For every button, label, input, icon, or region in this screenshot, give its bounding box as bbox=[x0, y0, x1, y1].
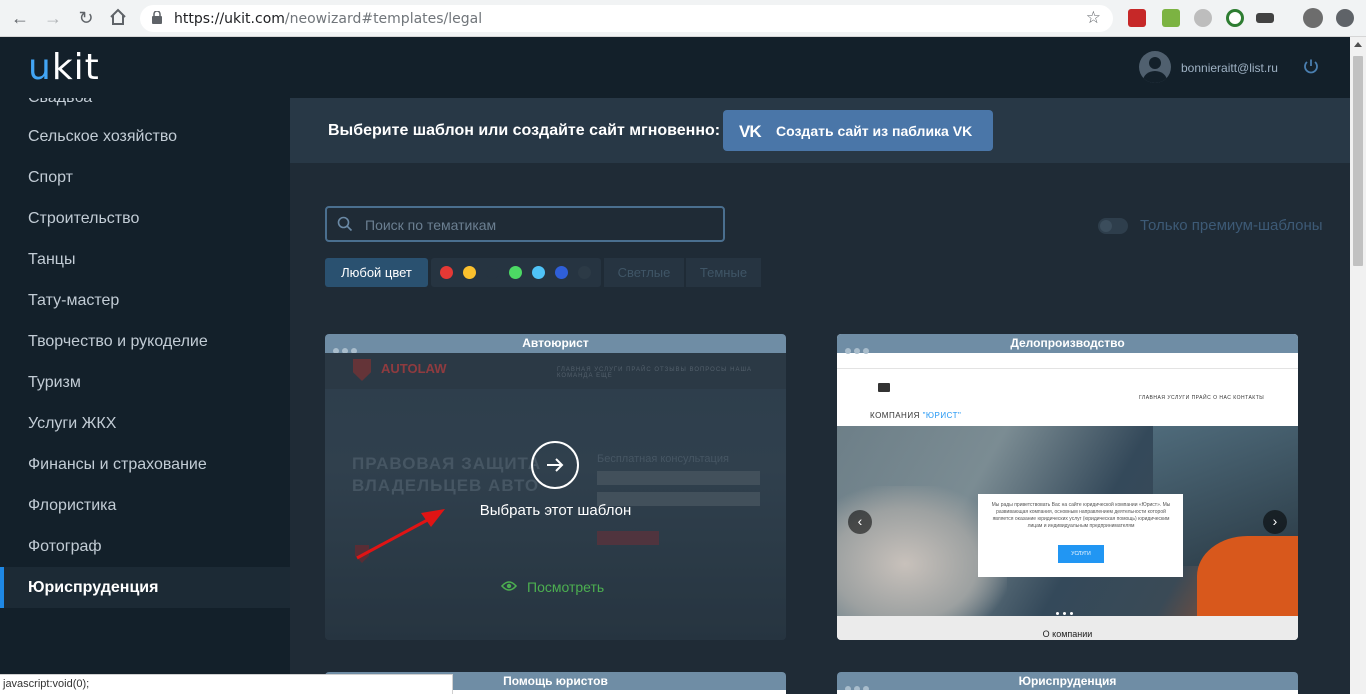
color-swatch-black[interactable] bbox=[486, 266, 499, 279]
premium-toggle[interactable] bbox=[1098, 218, 1128, 234]
profile-avatar-icon[interactable] bbox=[1303, 8, 1323, 28]
template-prompt-bar: Выберите шаблон или создайте сайт мгнове… bbox=[290, 98, 1350, 163]
category-sidebar: Свадьба Сельское хозяйство Спорт Строите… bbox=[0, 98, 290, 694]
preview-popup: Мы рады приветствовать Вас на сайте юрид… bbox=[978, 494, 1183, 577]
sidebar-item[interactable]: Флористика bbox=[0, 485, 290, 526]
template-preview: КОМПАНИЯ "ЮРИСТ" ГЛАВНАЯ УСЛУГИ ПРАЙС О … bbox=[837, 353, 1298, 640]
user-email[interactable]: bonnieraitt@list.ru bbox=[1181, 61, 1278, 75]
scroll-up-icon[interactable] bbox=[1354, 42, 1362, 47]
eye-icon bbox=[501, 581, 517, 591]
preview-topline bbox=[837, 353, 1298, 369]
hover-overlay bbox=[325, 353, 786, 640]
vk-button-label: Создать сайт из паблика VK bbox=[776, 123, 973, 139]
vk-icon: VK bbox=[739, 122, 762, 141]
sidebar-item[interactable]: Сельское хозяйство bbox=[0, 116, 290, 157]
preview-nav: ГЛАВНАЯ УСЛУГИ ПРАЙС О НАС КОНТАКТЫ bbox=[1139, 395, 1265, 401]
status-bar: javascript:void(0); bbox=[0, 674, 453, 694]
sidebar-item[interactable]: Фотограф bbox=[0, 526, 290, 567]
color-swatch-blue[interactable] bbox=[555, 266, 568, 279]
sidebar-item[interactable]: Тату-мастер bbox=[0, 280, 290, 321]
forward-icon[interactable]: → bbox=[43, 8, 63, 28]
sidebar-item[interactable]: Свадьба bbox=[0, 98, 290, 118]
sidebar-item[interactable]: Строительство bbox=[0, 198, 290, 239]
preview-hero-image: Мы рады приветствовать Вас на сайте юрид… bbox=[837, 426, 1298, 616]
color-swatch-red[interactable] bbox=[440, 266, 453, 279]
pdf-extension-icon[interactable] bbox=[1128, 9, 1146, 27]
color-swatch-dark[interactable] bbox=[578, 266, 591, 279]
chevron-right-icon: › bbox=[1263, 510, 1287, 534]
user-avatar[interactable] bbox=[1139, 51, 1171, 83]
choose-template-button[interactable] bbox=[531, 441, 579, 489]
ukit-logo[interactable]: ukit bbox=[28, 47, 100, 88]
home-icon[interactable] bbox=[108, 8, 128, 28]
sidebar-item-active[interactable]: Юриспруденция bbox=[0, 567, 290, 608]
prompt-text: Выберите шаблон или создайте сайт мгнове… bbox=[328, 122, 721, 139]
premium-label[interactable]: Только премиум-шаблоны bbox=[1140, 217, 1323, 234]
search-input[interactable]: Поиск по тематикам bbox=[325, 206, 725, 242]
template-card[interactable]: Автоюрист AUTOLAW ГЛАВНАЯ УСЛУГИ ПРАЙС О… bbox=[325, 334, 786, 640]
filter-any-color[interactable]: Любой цвет bbox=[325, 258, 428, 287]
power-icon[interactable] bbox=[1302, 58, 1320, 76]
arrow-right-icon bbox=[547, 458, 564, 472]
sidebar-item[interactable]: Спорт bbox=[0, 157, 290, 198]
reload-icon[interactable]: ↻ bbox=[76, 8, 96, 28]
menu-download-icon[interactable] bbox=[1336, 9, 1354, 27]
preview-company: КОМПАНИЯ "ЮРИСТ" bbox=[870, 411, 962, 420]
lock-icon bbox=[152, 11, 162, 24]
sidebar-item[interactable]: Финансы и страхование bbox=[0, 444, 290, 485]
sidebar-item[interactable]: Творчество и рукоделие bbox=[0, 321, 290, 362]
card-title-bar: Юриспруденция bbox=[837, 672, 1298, 692]
back-icon[interactable]: ← bbox=[10, 8, 30, 28]
android-extension-icon[interactable] bbox=[1162, 9, 1180, 27]
record-extension-icon[interactable] bbox=[1226, 9, 1244, 27]
sidebar-item[interactable]: Танцы bbox=[0, 239, 290, 280]
red-arrow-annotation bbox=[356, 509, 445, 560]
scroll-thumb[interactable] bbox=[1353, 56, 1363, 266]
color-swatch-lightblue[interactable] bbox=[532, 266, 545, 279]
briefcase-icon bbox=[878, 383, 890, 392]
mask-extension-icon[interactable] bbox=[1256, 13, 1274, 23]
card-title-bar: Автоюрист bbox=[325, 334, 786, 354]
search-icon bbox=[337, 216, 353, 232]
color-swatches bbox=[431, 258, 601, 287]
filter-light[interactable]: Светлые bbox=[604, 258, 684, 287]
bookmark-star-icon[interactable]: ☆ bbox=[1086, 8, 1101, 28]
globe-extension-icon[interactable] bbox=[1194, 9, 1212, 27]
template-card[interactable]: Юриспруденция bbox=[837, 672, 1298, 694]
create-from-vk-button[interactable]: VK Создать сайт из паблика VK bbox=[723, 110, 993, 151]
template-preview: AUTOLAW ГЛАВНАЯ УСЛУГИ ПРАЙС ОТЗЫВЫ ВОПР… bbox=[325, 353, 786, 640]
search-placeholder: Поиск по тематикам bbox=[365, 217, 497, 233]
url-text: https://ukit.com/neowizard#templates/leg… bbox=[174, 11, 483, 27]
card-title-bar: Делопроизводство bbox=[837, 334, 1298, 354]
app-header: ukit bonnieraitt@list.ru bbox=[0, 37, 1350, 98]
template-card[interactable]: Делопроизводство КОМПАНИЯ "ЮРИСТ" ГЛАВНА… bbox=[837, 334, 1298, 640]
page-scrollbar[interactable] bbox=[1350, 37, 1366, 694]
color-swatch-yellow[interactable] bbox=[463, 266, 476, 279]
address-bar[interactable]: https://ukit.com/neowizard#templates/leg… bbox=[140, 5, 1113, 32]
preview-footer: О компании bbox=[837, 616, 1298, 640]
main-content: Выберите шаблон или создайте сайт мгнове… bbox=[290, 98, 1350, 694]
filter-dark[interactable]: Темные bbox=[686, 258, 761, 287]
card-title: Автоюрист bbox=[522, 336, 589, 350]
sidebar-item[interactable]: Услуги ЖКХ bbox=[0, 403, 290, 444]
chevron-left-icon: ‹ bbox=[848, 510, 872, 534]
browser-toolbar: ← → ↻ https://ukit.com/neowizard#templat… bbox=[0, 0, 1366, 37]
card-title: Юриспруденция bbox=[1018, 674, 1117, 688]
sidebar-item[interactable]: Туризм bbox=[0, 362, 290, 403]
card-title: Делопроизводство bbox=[1010, 336, 1125, 350]
color-swatch-green[interactable] bbox=[509, 266, 522, 279]
